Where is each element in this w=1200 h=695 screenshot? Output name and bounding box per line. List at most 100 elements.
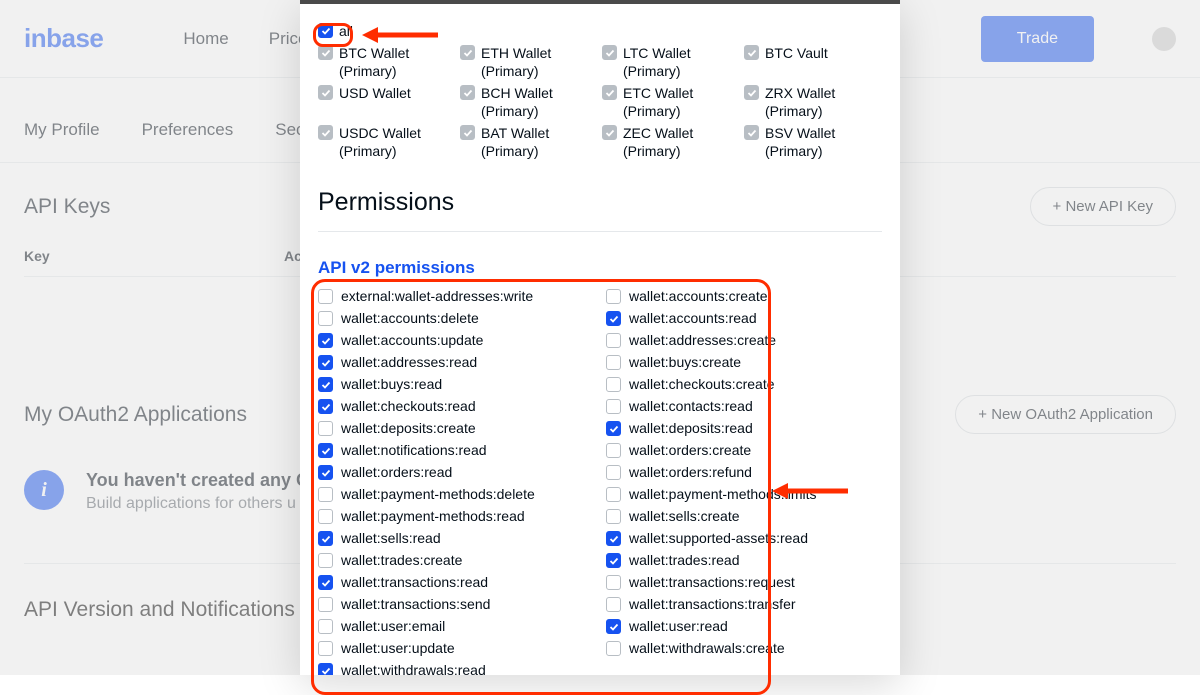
permission-item[interactable]: wallet:deposits:read (606, 420, 882, 436)
permission-item[interactable]: wallet:orders:read (318, 464, 594, 480)
permission-item[interactable]: wallet:trades:create (318, 552, 594, 568)
checkbox[interactable] (318, 553, 333, 568)
account-item[interactable]: ETH Wallet (Primary) (460, 44, 598, 80)
checkbox[interactable] (606, 355, 621, 370)
checkbox[interactable] (606, 487, 621, 502)
permission-item[interactable]: wallet:transactions:send (318, 596, 594, 612)
permission-item[interactable]: wallet:user:update (318, 640, 594, 656)
account-item[interactable]: BSV Wallet (Primary) (744, 124, 882, 160)
permission-item[interactable]: wallet:trades:read (606, 552, 882, 568)
checkbox[interactable] (318, 663, 333, 675)
permission-item[interactable]: wallet:supported-assets:read (606, 530, 882, 546)
permission-item[interactable]: wallet:checkouts:create (606, 376, 882, 392)
checkbox[interactable] (318, 45, 333, 60)
permission-item[interactable]: wallet:withdrawals:create (606, 640, 882, 656)
account-item[interactable]: ETC Wallet (Primary) (602, 84, 740, 120)
permission-item[interactable]: wallet:transactions:request (606, 574, 882, 590)
permission-item[interactable]: wallet:addresses:read (318, 354, 594, 370)
permission-item[interactable]: wallet:addresses:create (606, 332, 882, 348)
permission-item[interactable]: wallet:user:email (318, 618, 594, 634)
checkbox[interactable] (318, 575, 333, 590)
checkbox[interactable] (606, 421, 621, 436)
checkbox[interactable] (606, 377, 621, 392)
permission-item[interactable]: wallet:checkouts:read (318, 398, 594, 414)
checkbox[interactable] (606, 575, 621, 590)
checkbox[interactable] (606, 333, 621, 348)
checkbox[interactable] (318, 311, 333, 326)
checkbox[interactable] (318, 85, 333, 100)
checkbox[interactable] (318, 465, 333, 480)
permission-item[interactable]: wallet:contacts:read (606, 398, 882, 414)
account-item[interactable]: BTC Vault (744, 44, 882, 80)
trade-button[interactable]: Trade (981, 16, 1094, 62)
checkbox[interactable] (606, 443, 621, 458)
permission-item[interactable]: wallet:accounts:read (606, 310, 882, 326)
avatar[interactable] (1152, 27, 1176, 51)
permission-item[interactable]: wallet:buys:create (606, 354, 882, 370)
permission-item[interactable]: wallet:user:read (606, 618, 882, 634)
checkbox[interactable] (602, 45, 617, 60)
account-item[interactable]: USD Wallet (318, 84, 456, 120)
checkbox[interactable] (602, 85, 617, 100)
checkbox[interactable] (606, 399, 621, 414)
new-oauth-app-button[interactable]: + New OAuth2 Application (955, 395, 1176, 434)
checkbox[interactable] (318, 125, 333, 140)
checkbox[interactable] (318, 399, 333, 414)
checkbox[interactable] (460, 85, 475, 100)
checkbox[interactable] (606, 465, 621, 480)
checkbox[interactable] (318, 619, 333, 634)
permission-item[interactable]: wallet:accounts:create (606, 288, 882, 304)
checkbox[interactable] (606, 641, 621, 656)
permission-item[interactable]: wallet:transactions:transfer (606, 596, 882, 612)
checkbox[interactable] (318, 289, 333, 304)
checkbox[interactable] (318, 487, 333, 502)
account-item[interactable]: ZEC Wallet (Primary) (602, 124, 740, 160)
account-item[interactable]: BTC Wallet (Primary) (318, 44, 456, 80)
permission-item[interactable]: wallet:sells:create (606, 508, 882, 524)
permission-item[interactable]: wallet:withdrawals:read (318, 662, 594, 675)
permission-item[interactable]: wallet:transactions:read (318, 574, 594, 590)
permission-item[interactable]: wallet:notifications:read (318, 442, 594, 458)
checkbox[interactable] (606, 509, 621, 524)
permission-item[interactable]: external:wallet-addresses:write (318, 288, 594, 304)
permission-item[interactable]: wallet:payment-methods:delete (318, 486, 594, 502)
checkbox[interactable] (606, 553, 621, 568)
permission-item[interactable]: wallet:deposits:create (318, 420, 594, 436)
checkbox[interactable] (318, 531, 333, 546)
account-item[interactable]: LTC Wallet (Primary) (602, 44, 740, 80)
checkbox[interactable] (318, 597, 333, 612)
checkbox[interactable] (318, 333, 333, 348)
checkbox[interactable] (744, 125, 759, 140)
checkbox[interactable] (318, 355, 333, 370)
account-item[interactable]: USDC Wallet (Primary) (318, 124, 456, 160)
new-api-key-button[interactable]: + New API Key (1030, 187, 1176, 226)
checkbox[interactable] (318, 443, 333, 458)
permission-item[interactable]: wallet:sells:read (318, 530, 594, 546)
checkbox[interactable] (602, 125, 617, 140)
permission-item[interactable]: wallet:buys:read (318, 376, 594, 392)
checkbox[interactable] (606, 311, 621, 326)
nav-home[interactable]: Home (183, 29, 228, 49)
checkbox[interactable] (318, 23, 333, 38)
tab-preferences[interactable]: Preferences (142, 108, 234, 162)
checkbox[interactable] (606, 289, 621, 304)
checkbox[interactable] (318, 509, 333, 524)
permission-item[interactable]: wallet:orders:create (606, 442, 882, 458)
checkbox[interactable] (318, 641, 333, 656)
account-item[interactable]: BCH Wallet (Primary) (460, 84, 598, 120)
checkbox[interactable] (744, 45, 759, 60)
permission-item[interactable]: wallet:payment-methods:read (318, 508, 594, 524)
checkbox[interactable] (606, 531, 621, 546)
checkbox[interactable] (318, 421, 333, 436)
checkbox[interactable] (744, 85, 759, 100)
checkbox[interactable] (460, 125, 475, 140)
account-item[interactable]: BAT Wallet (Primary) (460, 124, 598, 160)
account-item[interactable]: ZRX Wallet (Primary) (744, 84, 882, 120)
permission-item[interactable]: wallet:accounts:delete (318, 310, 594, 326)
checkbox[interactable] (606, 619, 621, 634)
checkbox[interactable] (318, 377, 333, 392)
permission-item[interactable]: wallet:orders:refund (606, 464, 882, 480)
checkbox[interactable] (460, 45, 475, 60)
tab-my-profile[interactable]: My Profile (24, 108, 100, 162)
permission-item[interactable]: wallet:accounts:update (318, 332, 594, 348)
